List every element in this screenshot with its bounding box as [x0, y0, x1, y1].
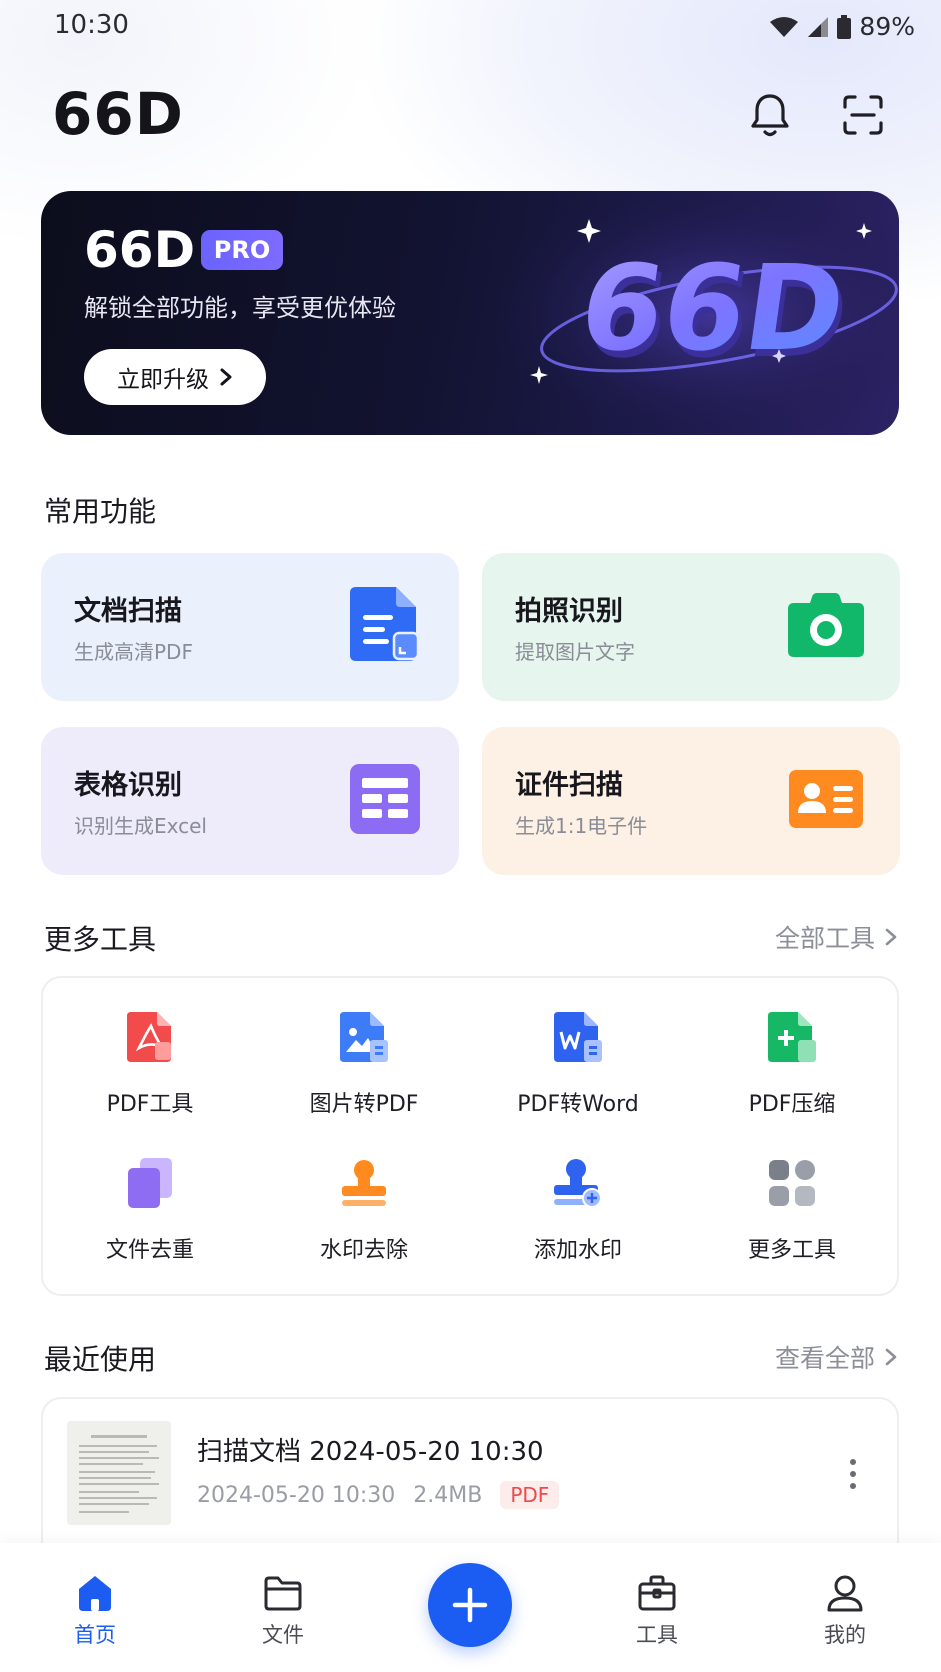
card-subtitle: 提取图片文字: [515, 640, 635, 664]
card-photo-ocr[interactable]: 拍照识别 提取图片文字: [482, 553, 900, 701]
wifi-icon: [770, 16, 799, 37]
nav-home[interactable]: 首页: [35, 1573, 155, 1649]
card-title: 证件扫描: [515, 770, 623, 801]
card-document-scan[interactable]: 文档扫描 生成高清PDF: [41, 553, 459, 701]
card-subtitle: 生成1:1电子件: [515, 814, 648, 838]
battery-level: 89%: [859, 12, 915, 41]
tool-label: PDF转Word: [517, 1092, 639, 1117]
profile-icon: [827, 1575, 863, 1612]
more-options-icon[interactable]: [839, 1454, 867, 1494]
card-title: 文档扫描: [74, 596, 182, 627]
tool-add-watermark[interactable]: 添加水印: [471, 1124, 685, 1264]
recent-section-title: 最近使用: [44, 1343, 157, 1376]
common-section-title: 常用功能: [44, 495, 157, 528]
pro-banner[interactable]: 66D 66D 66D PRO 解锁全部功能，享受更优体验 立即升级: [41, 191, 899, 435]
bottom-nav: 首页 文件 工具 我的: [0, 1543, 941, 1672]
tool-remove-watermark[interactable]: 水印去除: [257, 1124, 471, 1264]
status-indicators: 89%: [769, 12, 915, 41]
recent-item[interactable]: 扫描文档 2024-05-20 10:30 2024-05-20 10:30 2…: [41, 1397, 899, 1557]
file-type-badge: PDF: [500, 1481, 560, 1509]
recent-item-date: 2024-05-20 10:30: [197, 1482, 396, 1508]
recent-item-meta: 2024-05-20 10:30 2.4MB PDF: [197, 1481, 560, 1509]
tool-label: PDF工具: [106, 1092, 194, 1117]
tool-label: PDF压缩: [748, 1092, 836, 1117]
tool-image-to-pdf[interactable]: 图片转PDF: [257, 978, 471, 1118]
view-all-link[interactable]: 查看全部: [775, 1339, 897, 1375]
tool-more[interactable]: 更多工具: [685, 1124, 899, 1264]
nav-home-label: 首页: [74, 1623, 116, 1647]
image-to-pdf-icon: [336, 1010, 392, 1064]
chevron-right-icon: [885, 928, 897, 946]
banner-subtitle: 解锁全部功能，享受更优体验: [84, 294, 396, 322]
notification-bell-icon[interactable]: [745, 90, 795, 140]
tools-section-title: 更多工具: [44, 923, 157, 956]
add-button[interactable]: [428, 1563, 512, 1647]
remove-watermark-icon: [336, 1156, 392, 1210]
card-title: 表格识别: [74, 770, 182, 801]
card-id-scan[interactable]: 证件扫描 生成1:1电子件: [482, 727, 900, 875]
tool-label: 添加水印: [533, 1238, 622, 1263]
add-watermark-icon: [550, 1156, 606, 1210]
home-icon: [79, 1576, 111, 1611]
folder-icon: [264, 1576, 302, 1611]
banner-art-text: 66D: [572, 240, 853, 377]
plus-icon: [452, 1587, 488, 1623]
pro-badge: PRO: [201, 230, 283, 270]
banner-artwork: 66D 66D: [479, 191, 899, 435]
pdf-compress-icon: [764, 1010, 820, 1064]
document-scan-icon: [347, 587, 423, 663]
tool-pdf[interactable]: PDF工具: [43, 978, 257, 1118]
tool-pdf-compress[interactable]: PDF压缩: [685, 978, 899, 1118]
pdf-tool-icon: [122, 1010, 178, 1064]
recent-item-size: 2.4MB: [413, 1482, 483, 1508]
camera-icon: [788, 587, 864, 663]
nav-files-label: 文件: [262, 1623, 304, 1647]
view-all-link-label: 查看全部: [774, 1344, 875, 1373]
all-tools-link-label: 全部工具: [774, 924, 875, 953]
app-title: 66D: [52, 80, 184, 148]
nav-tools[interactable]: 工具: [597, 1573, 717, 1649]
nav-profile-label: 我的: [824, 1623, 866, 1647]
tool-pdf-to-word[interactable]: PDF转Word: [471, 978, 685, 1118]
signal-icon: [808, 16, 829, 37]
nav-files[interactable]: 文件: [223, 1573, 343, 1649]
more-tools-icon: [764, 1156, 820, 1210]
document-thumbnail: [67, 1421, 171, 1525]
tool-label: 文件去重: [105, 1238, 194, 1263]
tool-label: 水印去除: [319, 1238, 408, 1263]
tool-label: 图片转PDF: [309, 1092, 419, 1117]
card-table-ocr[interactable]: 表格识别 识别生成Excel: [41, 727, 459, 875]
banner-title: 66D: [84, 221, 196, 279]
chevron-right-icon: [220, 368, 232, 386]
scan-icon[interactable]: [838, 90, 888, 140]
tool-dedupe[interactable]: 文件去重: [43, 1124, 257, 1264]
card-subtitle: 生成高清PDF: [74, 640, 193, 664]
upgrade-button-label: 立即升级: [117, 367, 209, 393]
table-icon: [347, 761, 423, 837]
dedupe-files-icon: [122, 1156, 178, 1210]
chevron-right-icon: [885, 1348, 897, 1366]
tool-label: 更多工具: [747, 1238, 836, 1263]
toolbox-icon: [638, 1575, 676, 1611]
pdf-to-word-icon: [550, 1010, 606, 1064]
battery-icon: [837, 14, 852, 39]
tools-grid: PDF工具 图片转PDF PDF转Word PDF压缩 文件去重 水印去除 添加…: [41, 976, 899, 1296]
card-subtitle: 识别生成Excel: [74, 814, 207, 838]
id-card-icon: [788, 761, 864, 837]
upgrade-button[interactable]: 立即升级: [84, 349, 266, 405]
recent-item-title: 扫描文档 2024-05-20 10:30: [197, 1437, 544, 1467]
nav-profile[interactable]: 我的: [785, 1573, 905, 1649]
all-tools-link[interactable]: 全部工具: [775, 919, 897, 955]
card-title: 拍照识别: [515, 596, 623, 627]
status-time: 10:30: [54, 10, 129, 40]
nav-tools-label: 工具: [636, 1623, 678, 1647]
